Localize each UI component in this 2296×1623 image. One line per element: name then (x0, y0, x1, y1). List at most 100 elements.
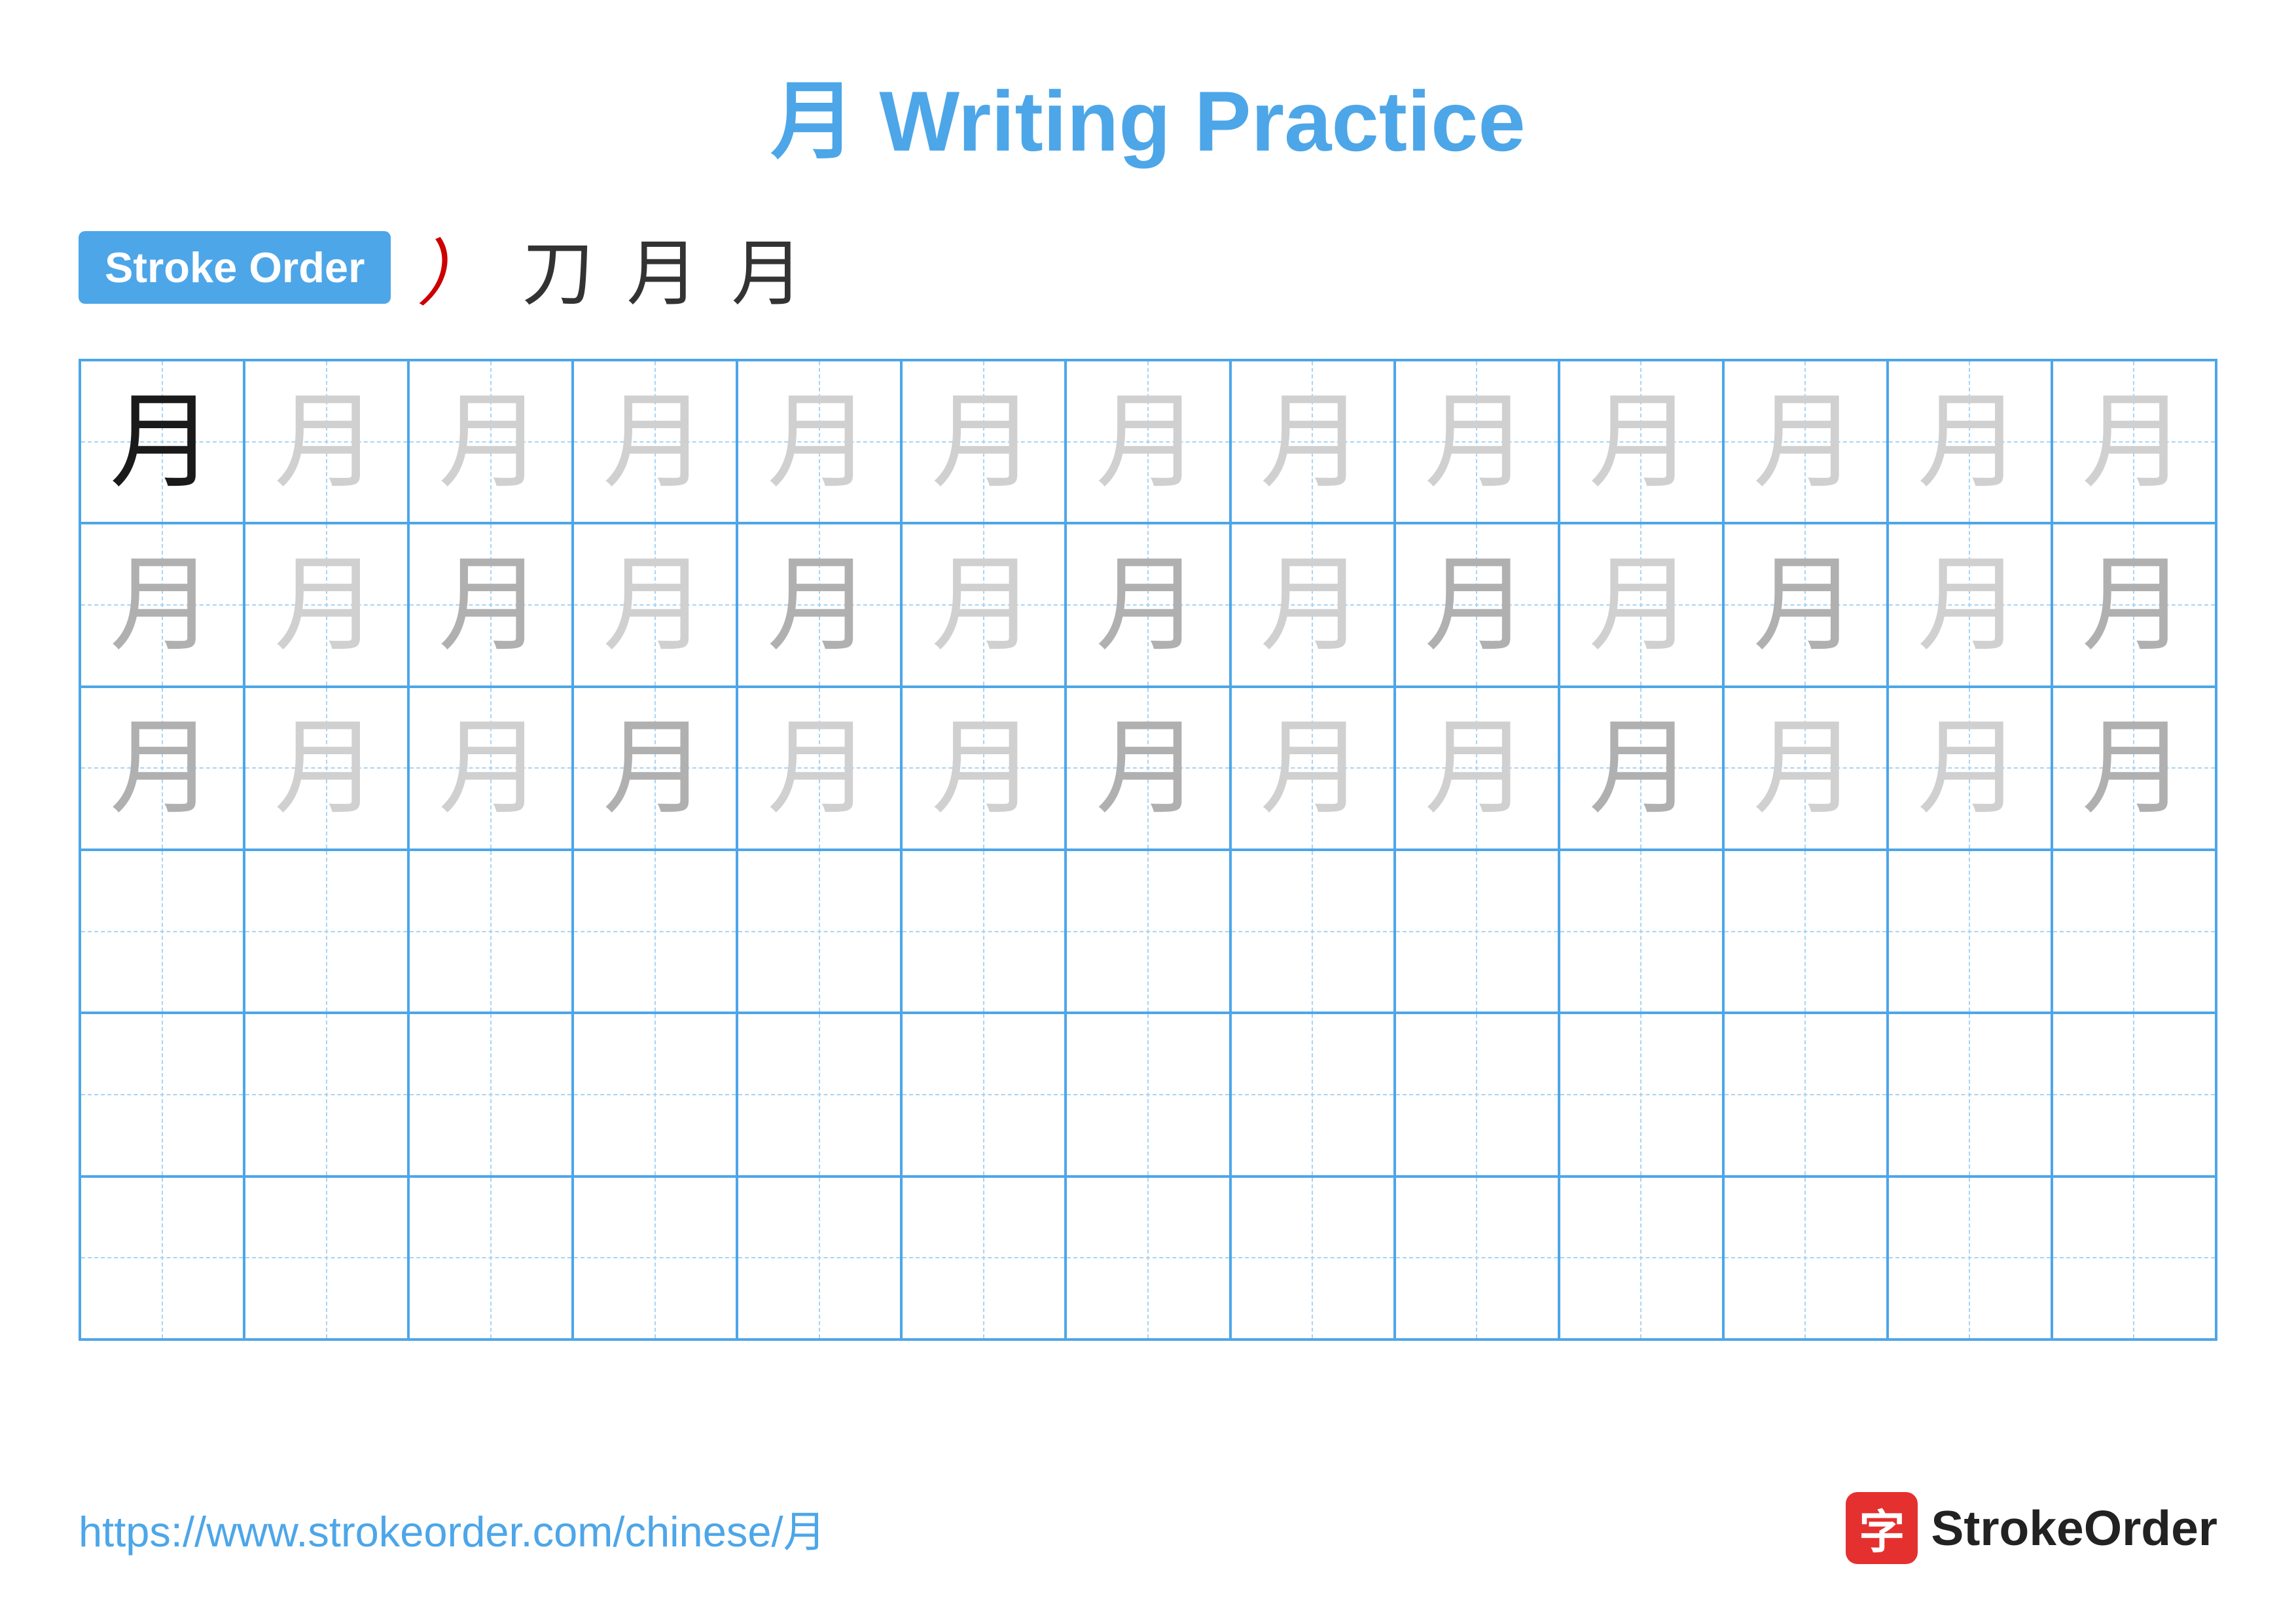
grid-cell[interactable]: 月 (1559, 687, 1723, 850)
grid-cell[interactable] (737, 850, 901, 1013)
grid-cell[interactable]: 月 (901, 360, 1066, 523)
grid-cell[interactable]: 月 (1066, 360, 1230, 523)
grid-char: 月 (1096, 716, 1200, 820)
grid-cell[interactable] (737, 1013, 901, 1176)
grid-char: 月 (274, 553, 379, 657)
grid-cell[interactable]: 月 (1559, 523, 1723, 686)
grid-cell[interactable]: 月 (1723, 360, 1888, 523)
grid-char: 月 (1588, 553, 1693, 657)
grid-cell[interactable] (2052, 1176, 2216, 1340)
grid-cell[interactable]: 月 (1395, 360, 1559, 523)
grid-cell[interactable] (1723, 1013, 1888, 1176)
grid-cell[interactable] (408, 1176, 573, 1340)
grid-cell[interactable] (901, 1013, 1066, 1176)
grid-cell[interactable] (244, 850, 408, 1013)
grid-cell[interactable] (80, 1013, 244, 1176)
grid-cell[interactable]: 月 (573, 523, 737, 686)
grid-cell[interactable] (1888, 1013, 2052, 1176)
grid-cell[interactable]: 月 (244, 360, 408, 523)
grid-cell[interactable]: 月 (408, 360, 573, 523)
grid-cell[interactable] (1559, 850, 1723, 1013)
grid-cell[interactable]: 月 (2052, 360, 2216, 523)
stroke-steps: ） 刀 月 月 (417, 215, 803, 319)
grid-char: 月 (1096, 553, 1200, 657)
grid-char: 月 (1917, 716, 2022, 820)
grid-cell[interactable] (1888, 850, 2052, 1013)
grid-char: 月 (274, 390, 379, 494)
grid-cell[interactable] (80, 850, 244, 1013)
grid-char: 月 (603, 716, 708, 820)
grid-cell[interactable] (1230, 850, 1395, 1013)
grid-cell[interactable]: 月 (573, 687, 737, 850)
stroke-order-section: Stroke Order ） 刀 月 月 (79, 215, 2217, 319)
grid-cell[interactable] (901, 850, 1066, 1013)
grid-cell[interactable]: 月 (2052, 523, 2216, 686)
grid-cell[interactable] (1066, 1013, 1230, 1176)
grid-cell[interactable] (1230, 1013, 1395, 1176)
grid-char: 月 (1424, 716, 1529, 820)
grid-cell[interactable]: 月 (244, 687, 408, 850)
grid-char: 月 (767, 716, 872, 820)
grid-cell[interactable]: 月 (1559, 360, 1723, 523)
grid-cell[interactable]: 月 (1888, 360, 2052, 523)
grid-cell[interactable]: 月 (1888, 523, 2052, 686)
grid-char: 月 (1096, 390, 1200, 494)
grid-cell[interactable]: 月 (737, 360, 901, 523)
footer-logo: 字 StrokeOrder (1846, 1492, 2217, 1564)
grid-cell[interactable]: 月 (901, 523, 1066, 686)
grid-cell[interactable] (1723, 850, 1888, 1013)
grid-cell[interactable] (1559, 1176, 1723, 1340)
grid-cell[interactable] (1395, 1176, 1559, 1340)
grid-cell[interactable] (573, 1013, 737, 1176)
grid-cell[interactable] (408, 1013, 573, 1176)
stroke-step-3: 月 (626, 215, 698, 319)
grid-cell[interactable]: 月 (1395, 687, 1559, 850)
grid-cell[interactable]: 月 (408, 523, 573, 686)
grid-cell[interactable] (1395, 850, 1559, 1013)
grid-cell[interactable]: 月 (901, 687, 1066, 850)
grid-cell[interactable] (1066, 850, 1230, 1013)
grid-cell[interactable]: 月 (1723, 523, 1888, 686)
grid-cell[interactable]: 月 (1066, 523, 1230, 686)
grid-cell[interactable] (408, 850, 573, 1013)
grid-cell[interactable]: 月 (737, 523, 901, 686)
grid-cell[interactable] (2052, 850, 2216, 1013)
grid-char: 月 (1753, 553, 1857, 657)
stroke-step-1: ） (417, 215, 489, 319)
grid-cell[interactable]: 月 (80, 523, 244, 686)
grid-cell[interactable]: 月 (1230, 360, 1395, 523)
grid-cell[interactable] (1230, 1176, 1395, 1340)
grid-cell[interactable] (244, 1176, 408, 1340)
grid-char: 月 (1260, 390, 1365, 494)
grid-cell[interactable]: 月 (573, 360, 737, 523)
grid-cell[interactable] (1888, 1176, 2052, 1340)
grid-cell[interactable] (737, 1176, 901, 1340)
stroke-order-badge: Stroke Order (79, 231, 391, 304)
page-title: 月 Writing Practice (770, 52, 1525, 175)
grid-cell[interactable] (573, 850, 737, 1013)
grid-cell[interactable]: 月 (1395, 523, 1559, 686)
grid-cell[interactable] (1066, 1176, 1230, 1340)
grid-cell[interactable]: 月 (737, 687, 901, 850)
grid-cell[interactable]: 月 (2052, 687, 2216, 850)
grid-cell[interactable] (1723, 1176, 1888, 1340)
grid-cell[interactable]: 月 (244, 523, 408, 686)
grid-cell[interactable] (1395, 1013, 1559, 1176)
grid-cell[interactable] (2052, 1013, 2216, 1176)
grid-cell[interactable] (573, 1176, 737, 1340)
grid-cell[interactable]: 月 (1066, 687, 1230, 850)
grid-cell[interactable]: 月 (80, 687, 244, 850)
grid-cell[interactable]: 月 (80, 360, 244, 523)
grid-cell[interactable]: 月 (1230, 523, 1395, 686)
grid-cell[interactable] (244, 1013, 408, 1176)
grid-cell[interactable]: 月 (1230, 687, 1395, 850)
grid-cell[interactable] (80, 1176, 244, 1340)
grid-cell[interactable]: 月 (1723, 687, 1888, 850)
grid-char: 月 (931, 390, 1036, 494)
footer: https://www.strokeorder.com/chinese/月 字 … (79, 1492, 2217, 1564)
grid-cell[interactable] (901, 1176, 1066, 1340)
grid-cell[interactable]: 月 (408, 687, 573, 850)
grid-cell[interactable] (1559, 1013, 1723, 1176)
grid-char: 月 (1260, 716, 1365, 820)
grid-cell[interactable]: 月 (1888, 687, 2052, 850)
